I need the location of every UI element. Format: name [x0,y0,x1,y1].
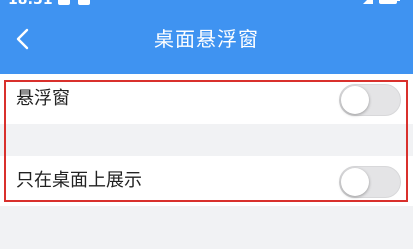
setting-label-desktop-only: 只在桌面上展示 [16,170,142,191]
status-time: 18:31 [8,0,53,8]
signal-battery-icon [363,0,400,4]
setting-row-desktop-only[interactable]: 只在桌面上展示 [0,156,413,206]
floating-window-settings-screen: 18:31 桌面悬浮窗 悬浮窗 只在桌面上展示 [0,0,413,249]
notification-icon [78,0,90,5]
page-title: 桌面悬浮窗 [154,27,259,51]
section-gap [0,124,413,156]
toggle-knob [341,168,369,196]
floating-window-toggle[interactable] [339,84,401,116]
setting-row-floating-window[interactable]: 悬浮窗 [0,74,413,124]
bottom-area [0,206,413,249]
toggle-knob [341,86,369,114]
status-bar: 18:31 [0,0,413,10]
notification-icon [58,0,70,5]
desktop-only-toggle[interactable] [339,166,401,198]
header-bar: 18:31 桌面悬浮窗 [0,0,413,76]
setting-label-floating-window: 悬浮窗 [16,88,70,109]
